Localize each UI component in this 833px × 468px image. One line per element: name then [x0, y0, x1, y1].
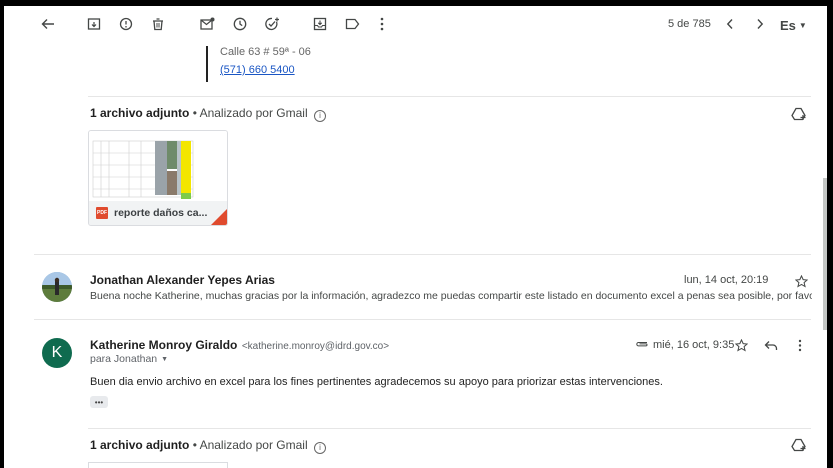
- attachments-count: 1 archivo adjunto: [90, 438, 190, 452]
- signature-phone-link[interactable]: (571) 660 5400: [220, 64, 295, 76]
- recipients-label: para Jonathan: [90, 353, 158, 365]
- attachment-clip-icon: [634, 336, 650, 352]
- message-snippet: Buena noche Katherine, muchas gracias po…: [90, 290, 812, 302]
- scanned-label: • Analizado por Gmail: [189, 106, 308, 120]
- recipients-toggle[interactable]: para Jonathan ▼: [90, 353, 168, 365]
- attachments-header: 1 archivo adjunto • Analizado por Gmail …: [90, 106, 326, 122]
- avatar: [42, 272, 72, 302]
- divider: [88, 428, 811, 429]
- sender-email: <katherine.monroy@idrd.gov.co>: [241, 341, 390, 352]
- trash-icon[interactable]: [148, 14, 168, 34]
- divider: [34, 319, 811, 320]
- message-date: lun, 14 oct, 20:19: [684, 274, 769, 286]
- language-label: Es: [780, 17, 796, 33]
- toolbar: 5 de 785 Es ▼: [4, 6, 827, 42]
- label-icon[interactable]: [342, 14, 362, 34]
- next-icon[interactable]: [750, 14, 770, 34]
- message-date: mié, 16 oct, 9:35: [653, 339, 735, 351]
- move-to-icon[interactable]: [310, 14, 330, 34]
- star-icon[interactable]: [732, 336, 750, 354]
- attachments-header: 1 archivo adjunto • Analizado por Gmail …: [90, 438, 326, 454]
- sender-name: Katherine Monroy Giraldo: [90, 338, 238, 352]
- attachment-filename: reporte daños ca...: [114, 207, 208, 219]
- reply-icon[interactable]: [762, 336, 780, 354]
- report-spam-icon[interactable]: [116, 14, 136, 34]
- message-header: Katherine Monroy Giraldo <katherine.monr…: [90, 336, 389, 354]
- email-view: 5 de 785 Es ▼ Calle 63 # 59ª - 06 (571) …: [4, 6, 827, 468]
- caret-down-icon: ▼: [161, 355, 169, 363]
- signature-address: Calle 63 # 59ª - 06: [220, 46, 311, 58]
- divider: [34, 254, 811, 255]
- more-vert-icon[interactable]: [794, 336, 806, 354]
- back-arrow-icon[interactable]: [38, 14, 58, 34]
- pdf-icon: PDF: [96, 207, 108, 219]
- divider: [88, 96, 811, 97]
- message-collapsed[interactable]: Jonathan Alexander Yepes Arias lun, 14 o…: [4, 262, 827, 316]
- more-vert-icon[interactable]: [376, 14, 388, 34]
- attachments-count: 1 archivo adjunto: [90, 106, 190, 120]
- avatar: K: [42, 338, 72, 368]
- star-icon[interactable]: [792, 272, 810, 290]
- attachment-card[interactable]: [88, 462, 228, 468]
- mark-unread-icon[interactable]: [197, 14, 217, 34]
- scanned-label: • Analizado por Gmail: [189, 438, 308, 452]
- prev-icon[interactable]: [720, 14, 740, 34]
- info-icon[interactable]: i: [313, 110, 326, 122]
- message-body: Buen dia envio archivo en excel para los…: [90, 376, 663, 388]
- show-trimmed-button[interactable]: •••: [90, 396, 108, 408]
- scrollbar-thumb[interactable]: [823, 178, 827, 330]
- attachment-thumbnail: [89, 131, 227, 201]
- info-icon[interactable]: i: [313, 442, 326, 454]
- snooze-icon[interactable]: [230, 14, 250, 34]
- add-to-drive-icon[interactable]: [790, 105, 808, 123]
- archive-icon[interactable]: [84, 14, 104, 34]
- signature-bar: [206, 46, 208, 82]
- sender-name: Jonathan Alexander Yepes Arias: [90, 273, 275, 287]
- language-selector[interactable]: Es ▼: [780, 16, 812, 34]
- add-task-icon[interactable]: [262, 14, 282, 34]
- add-to-drive-icon[interactable]: [790, 436, 808, 454]
- attachment-card[interactable]: PDF reporte daños ca...: [88, 130, 228, 226]
- caret-down-icon: ▼: [798, 20, 807, 30]
- pagination-label: 5 de 785: [668, 18, 711, 30]
- file-corner-icon: [211, 209, 227, 225]
